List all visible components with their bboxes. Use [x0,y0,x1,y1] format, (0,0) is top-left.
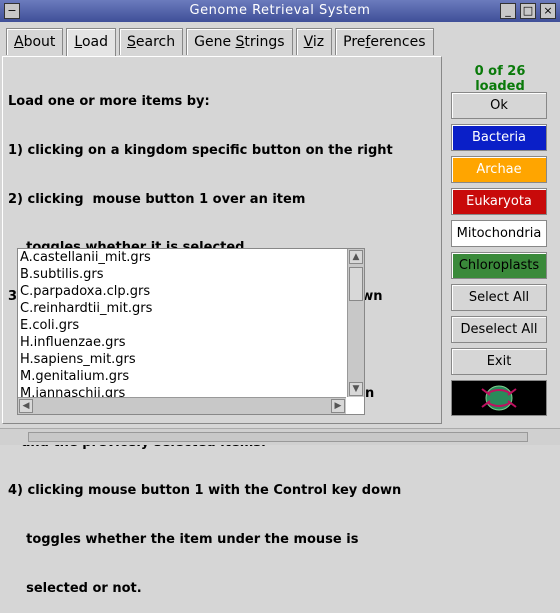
maximize-icon[interactable]: □ [520,3,536,19]
title-bar: Genome Retrieval System [0,0,560,22]
list-item[interactable]: H.influenzae.grs [20,334,348,351]
list-item[interactable]: H.sapiens_mit.grs [20,351,348,368]
horizontal-scrollbar[interactable]: ◀ ▶ [18,397,346,414]
tab-preferences[interactable]: Preferences [335,28,434,55]
instruction-line: toggles whether the item under the mouse… [8,531,359,547]
genome-file-list[interactable]: A.castellanii_mit.grs B.subtilis.grs C.p… [17,248,365,415]
file-list-items: A.castellanii_mit.grs B.subtilis.grs C.p… [18,249,348,397]
scroll-right-icon[interactable]: ▶ [331,399,345,413]
list-item[interactable]: B.subtilis.grs [20,266,348,283]
tab-viz[interactable]: Viz [295,28,333,55]
eukaryota-button[interactable]: Eukaryota [451,188,547,215]
scroll-left-icon[interactable]: ◀ [19,399,33,413]
genome-globe-logo [451,380,547,416]
tab-gene-strings[interactable]: Gene Strings [186,28,293,55]
list-item[interactable]: M.genitalium.grs [20,368,348,385]
minimize-icon[interactable]: _ [500,3,516,19]
archae-button[interactable]: Archae [451,156,547,183]
deselect-all-button[interactable]: Deselect All [451,316,547,343]
bacteria-button[interactable]: Bacteria [451,124,547,151]
instruction-line: Load one or more items by: [8,94,210,110]
instruction-line: 2) clicking mouse button 1 over an item [8,191,306,207]
window-menu-icon[interactable]: − [4,3,20,19]
tab-about[interactable]: About [6,28,64,55]
scroll-up-icon[interactable]: ▲ [349,250,363,264]
vertical-scroll-thumb[interactable] [349,267,363,301]
instruction-line: selected or not. [8,580,142,596]
mitochondria-button[interactable]: Mitochondria [451,220,547,247]
exit-button[interactable]: Exit [451,348,547,375]
tab-load[interactable]: Load [66,28,116,57]
instruction-line: 1) clicking on a kingdom specific button… [8,143,393,159]
vertical-scrollbar[interactable]: ▲ ▼ [347,249,364,397]
genome-globe-icon [481,385,517,411]
scroll-down-icon[interactable]: ▼ [349,382,363,396]
ok-button[interactable]: Ok [451,92,547,119]
instruction-line: 4) clicking mouse button 1 with the Cont… [8,483,402,499]
loaded-status: 0 of 26 loaded [474,64,526,94]
window-title: Genome Retrieval System [189,3,371,18]
list-item[interactable]: E.coli.grs [20,317,348,334]
list-item[interactable]: C.parpadoxa.clp.grs [20,283,348,300]
resize-grip[interactable] [28,432,528,442]
tab-search[interactable]: Search [119,28,184,55]
bottom-status-bar [0,428,560,445]
list-item[interactable]: C.reinhardtii_mit.grs [20,300,348,317]
list-item[interactable]: M.jannaschii.grs [20,385,348,397]
chloroplasts-button[interactable]: Chloroplasts [451,252,547,279]
tab-bar: About Load Search Gene Strings Viz Prefe… [6,28,437,57]
list-item[interactable]: A.castellanii_mit.grs [20,249,348,266]
select-all-button[interactable]: Select All [451,284,547,311]
close-icon[interactable]: × [540,3,556,19]
